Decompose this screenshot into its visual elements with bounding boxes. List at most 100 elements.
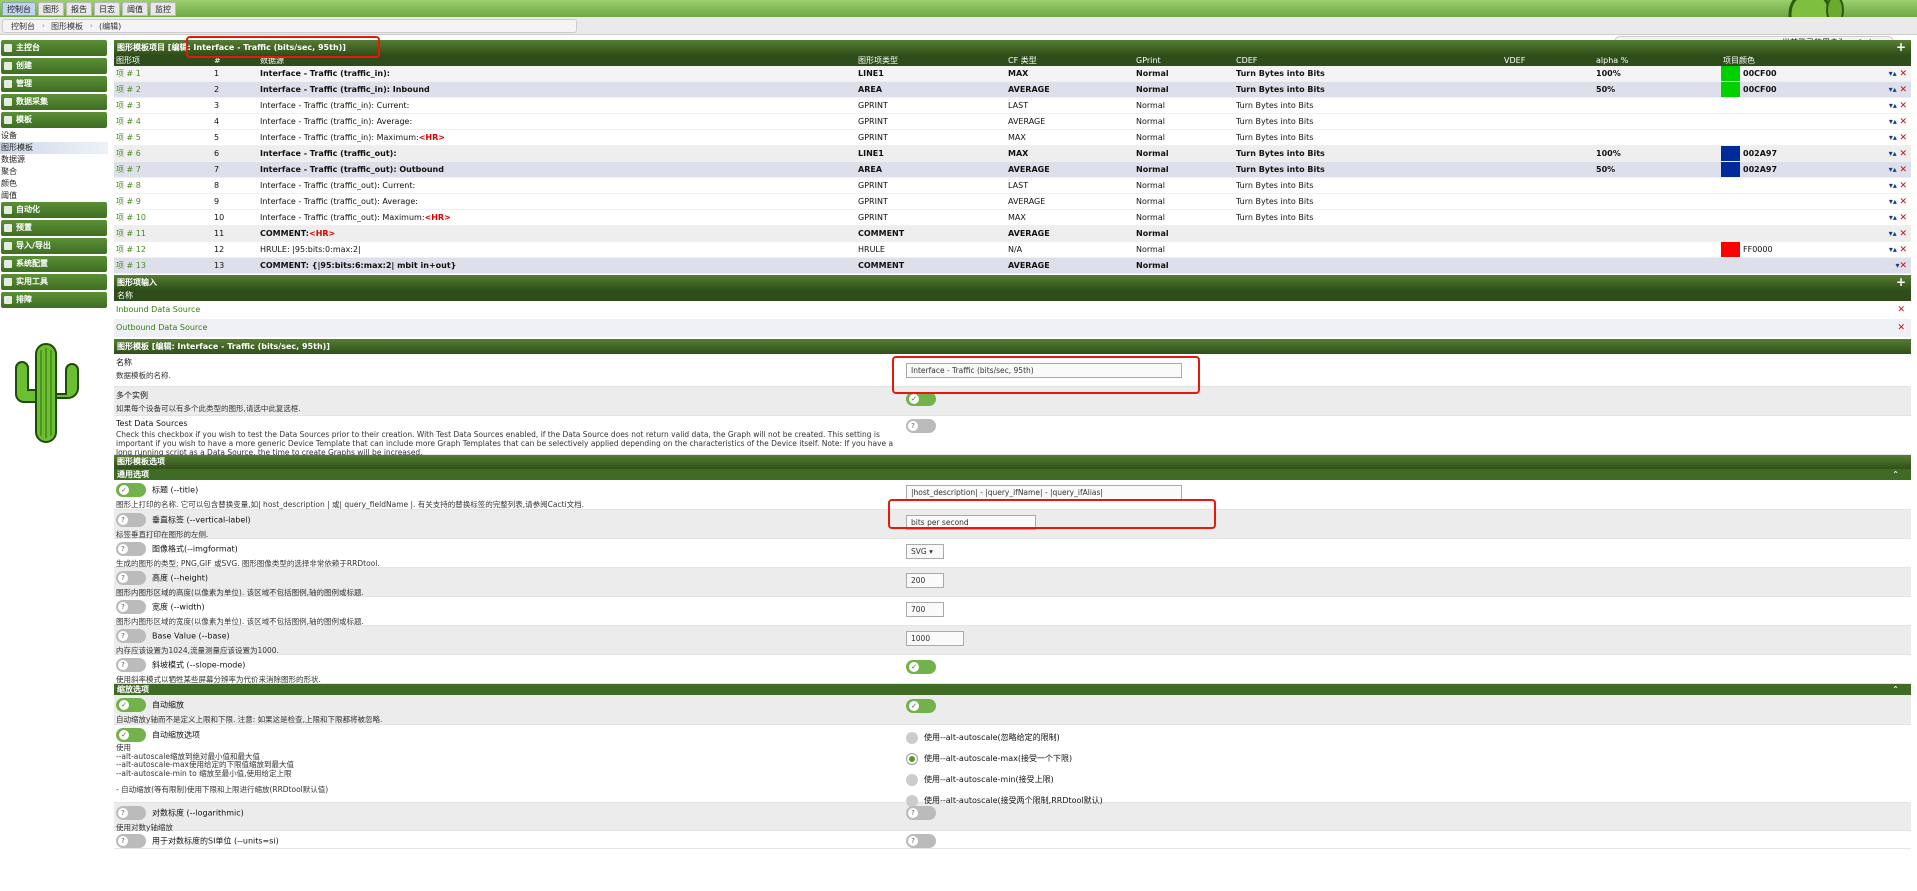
collapse-icon[interactable]: ⌃ (1892, 469, 1899, 480)
sidebar-section[interactable]: 预置 (1, 220, 107, 236)
si-units-toggle[interactable]: ? (116, 834, 146, 848)
template-name-input[interactable]: Interface - Traffic (bits/sec, 95th) (906, 363, 1182, 378)
item-link[interactable]: 项 # 12 (114, 242, 212, 257)
autoscale-toggle[interactable]: ✓ (116, 698, 146, 712)
top-tab[interactable]: 报告 (66, 2, 92, 16)
si-units-value-toggle[interactable]: ? (906, 834, 936, 848)
test-ds-toggle[interactable]: ? (906, 419, 936, 433)
sidebar-item[interactable]: 颜色 (0, 178, 108, 190)
height-toggle[interactable]: ? (116, 571, 146, 585)
item-link[interactable]: 项 # 3 (114, 98, 212, 113)
delete-icon[interactable]: ✕ (1899, 261, 1907, 271)
table-row: 项 # 4 4 Interface - Traffic (traffic_in): … (114, 114, 1911, 130)
sidebar-item[interactable]: 阈值 (0, 190, 108, 202)
autoscale-options-toggle[interactable]: ✓ (116, 728, 146, 742)
top-tab[interactable]: 日志 (94, 2, 120, 16)
autoscale-radio-option[interactable]: 使用--alt-autoscale-max(接受一个下限) (906, 752, 1909, 773)
sidebar-item[interactable]: 图形模板 (0, 142, 108, 154)
delete-icon[interactable]: ✕ (1899, 197, 1907, 207)
sidebar-section[interactable]: 系统配置 (1, 256, 107, 272)
top-tab[interactable]: 控制台 (2, 2, 36, 16)
breadcrumb-item[interactable]: 控制台 (3, 21, 45, 32)
input-name[interactable]: Inbound Data Source (116, 301, 200, 319)
item-link[interactable]: 项 # 1 (114, 66, 212, 81)
item-link[interactable]: 项 # 4 (114, 114, 212, 129)
base-value-input[interactable]: 1000 (906, 631, 964, 646)
breadcrumb-item[interactable]: 图形模板 (43, 21, 93, 32)
item-link[interactable]: 项 # 5 (114, 130, 212, 145)
item-link[interactable]: 项 # 6 (114, 146, 212, 161)
slope-mode-value-toggle[interactable]: ✓ (906, 660, 936, 674)
sidebar-section[interactable]: 数据采集 (1, 94, 107, 110)
delete-icon[interactable]: ✕ (1899, 85, 1907, 95)
title-toggle[interactable]: ✓ (116, 483, 146, 497)
radio-button[interactable] (906, 773, 918, 786)
radio-button[interactable] (906, 794, 918, 807)
radio-button[interactable] (906, 752, 918, 765)
autoscale-radio-option[interactable]: 使用--alt-autoscale(忽略给定的限制) (906, 731, 1909, 752)
width-toggle[interactable]: ? (116, 600, 146, 614)
input-name[interactable]: Outbound Data Source (116, 319, 207, 337)
sidebar-section[interactable]: 实用工具 (1, 274, 107, 290)
item-link[interactable]: 项 # 11 (114, 226, 212, 241)
delete-icon[interactable]: ✕ (1899, 117, 1907, 127)
item-link[interactable]: 项 # 9 (114, 194, 212, 209)
delete-icon[interactable]: ✕ (1899, 69, 1907, 79)
delete-icon[interactable]: ✕ (1897, 301, 1905, 319)
add-input-icon[interactable]: + (1896, 275, 1906, 290)
delete-icon[interactable]: ✕ (1899, 229, 1907, 239)
delete-icon[interactable]: ✕ (1899, 149, 1907, 159)
sidebar-section[interactable]: 创建 (1, 58, 107, 74)
logarithmic-toggle[interactable]: ? (116, 806, 146, 820)
sidebar-item[interactable]: 数据源 (0, 154, 108, 166)
sidebar-section[interactable]: 模板 (1, 112, 107, 128)
multi-instance-toggle[interactable]: ✓ (906, 392, 936, 406)
sidebar-section[interactable]: 主控台 (1, 40, 107, 56)
delete-icon[interactable]: ✕ (1899, 181, 1907, 191)
item-link[interactable]: 项 # 8 (114, 178, 212, 193)
top-tab[interactable]: 图形 (38, 2, 64, 16)
sidebar-section[interactable]: 自动化 (1, 202, 107, 218)
image-format-toggle[interactable]: ? (116, 542, 146, 556)
vertical-label-input[interactable]: bits per second (906, 515, 1036, 530)
width-input[interactable]: 700 (906, 602, 944, 617)
logarithmic-value-toggle[interactable]: ? (906, 806, 936, 820)
item-vdef (1502, 258, 1594, 273)
autoscale-radio-option[interactable]: 使用--alt-autoscale-min(接受上限) (906, 773, 1909, 794)
graph-inputs-title: 图形项输入 (117, 278, 157, 287)
image-format-input[interactable]: SVG ▾ (906, 544, 944, 559)
top-tab[interactable]: 监控 (150, 2, 176, 16)
radio-button[interactable] (906, 731, 918, 744)
slope-mode-toggle[interactable]: ? (116, 658, 146, 672)
delete-icon[interactable]: ✕ (1899, 245, 1907, 255)
delete-icon[interactable]: ✕ (1899, 101, 1907, 111)
collapse-icon[interactable]: ⌃ (1892, 684, 1899, 695)
base-value-toggle[interactable]: ? (116, 629, 146, 643)
sidebar-section[interactable]: 导入/导出 (1, 238, 107, 254)
sidebar-item[interactable]: 设备 (0, 130, 108, 142)
sidebar-section[interactable]: 排障 (1, 292, 107, 308)
datasource-text: Interface - Traffic (traffic_in): (260, 69, 390, 78)
item-color (1721, 258, 1856, 273)
autoscale-value-toggle[interactable]: ✓ (906, 699, 936, 713)
item-vdef (1502, 98, 1594, 113)
delete-icon[interactable]: ✕ (1897, 319, 1905, 337)
item-link[interactable]: 项 # 2 (114, 82, 212, 97)
item-link[interactable]: 项 # 7 (114, 162, 212, 177)
item-link[interactable]: 项 # 13 (114, 258, 212, 273)
add-item-icon[interactable]: + (1896, 40, 1906, 55)
delete-icon[interactable]: ✕ (1899, 165, 1907, 175)
delete-icon[interactable]: ✕ (1899, 213, 1907, 223)
vertical-label-toggle[interactable]: ? (116, 513, 146, 527)
sidebar-section[interactable]: 管理 (1, 76, 107, 92)
title-input[interactable]: |host_description| - |query_ifName| - |q… (906, 485, 1182, 500)
item-link[interactable]: 项 # 10 (114, 210, 212, 225)
top-tab[interactable]: 阈值 (122, 2, 148, 16)
height-input[interactable]: 200 (906, 573, 944, 588)
sidebar-section-label: 创建 (16, 61, 32, 70)
delete-icon[interactable]: ✕ (1899, 133, 1907, 143)
breadcrumb-item[interactable]: (编辑) (91, 21, 129, 32)
sidebar-item[interactable]: 聚合 (0, 166, 108, 178)
image-format-row: ? 图像格式(--imgformat) 生成的图形的类型; PNG,GIF 或SVG… (114, 539, 1911, 568)
item-cdef (1234, 226, 1502, 241)
